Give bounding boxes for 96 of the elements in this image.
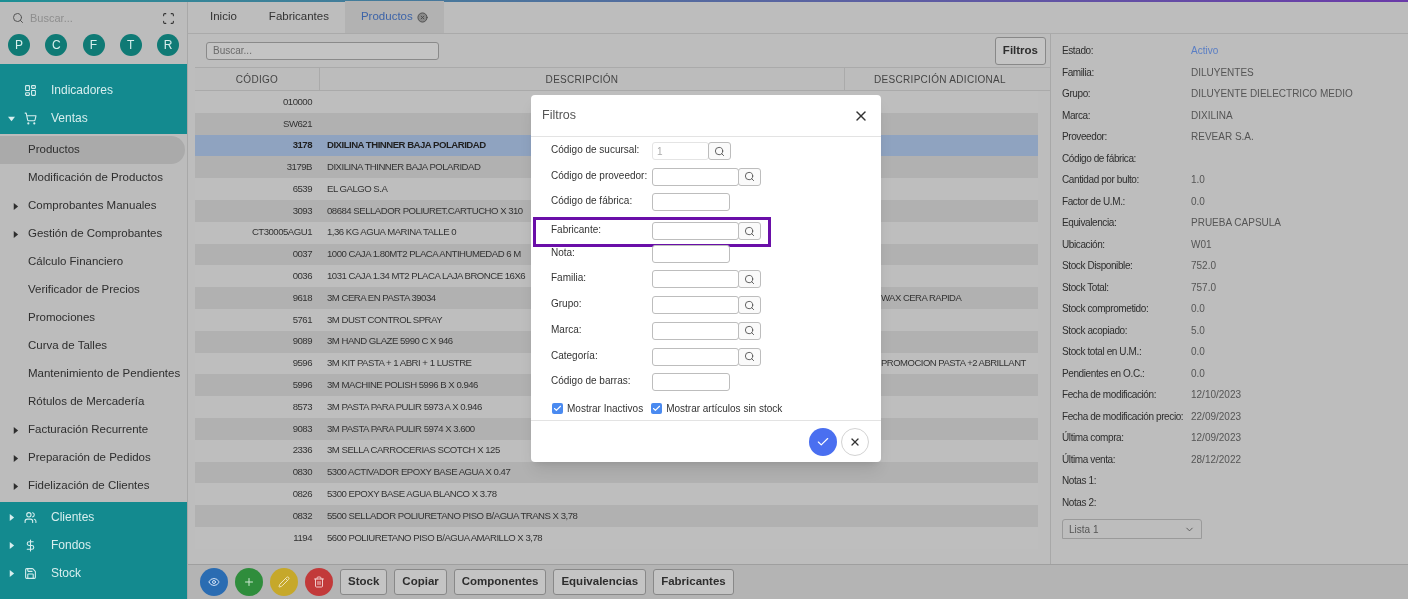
field-label: Marca:: [551, 322, 583, 337]
table-cell: 0826: [292, 488, 312, 500]
table-cell: 9083: [292, 422, 312, 434]
table-cell: 9089: [292, 335, 312, 347]
table-cell: WAX CERA RAPIDA: [881, 291, 962, 303]
detail-label: Fecha de modificación precio:: [1062, 409, 1185, 424]
field-label: Código de proveedor:: [551, 168, 649, 183]
detail-value: DILUYENTE DIELECTRICO MEDIO: [1191, 87, 1353, 102]
detail-label: Stock Disponible:: [1062, 259, 1134, 274]
field-label: Fabricante:: [551, 223, 603, 238]
detail-value: 22/09/2023: [1191, 409, 1242, 424]
table-cell: SW621: [283, 117, 312, 129]
table-cell: 8573: [292, 400, 312, 412]
field-label: Código de sucursal:: [551, 143, 641, 157]
table-cell: 3179B: [286, 161, 312, 173]
detail-value: Activo: [1191, 44, 1219, 59]
checkbox-label: Mostrar Inactivos: [567, 401, 644, 416]
detail-label: Pendientes en O.C.:: [1062, 366, 1146, 381]
table-cell: 3M HAND GLAZE 5990 C X 946: [327, 335, 453, 347]
table-cell: EL GALGO S.A: [327, 182, 388, 194]
detail-label: Código de fábrica:: [1062, 151, 1137, 166]
table-cell: 0830: [292, 466, 312, 478]
detail-value: 752.0: [1191, 259, 1217, 274]
detail-label: Stock comprometido:: [1062, 302, 1150, 317]
table-cell: 0037: [292, 248, 312, 260]
detail-label: Familia:: [1062, 65, 1095, 80]
table-cell: 3M MACHINE POLISH 5996 B X 0.946: [327, 379, 478, 391]
detail-value: 0.0: [1191, 302, 1205, 317]
detail-label: Notas 2:: [1062, 495, 1098, 510]
detail-value: PRUEBA CAPSULA: [1191, 216, 1282, 231]
detail-label: Equivalencia:: [1062, 216, 1118, 231]
detail-label: Factor de U.M.:: [1062, 194, 1126, 209]
detail-label: Estado:: [1062, 44, 1095, 59]
table-cell: 1000 CAJA 1.80MT2 PLACA ANTIHUMEDAD 6 M: [327, 248, 521, 260]
detail-label: Proveedor:: [1062, 130, 1108, 145]
table-cell: 3093: [292, 204, 312, 216]
detail-value: 5.0: [1191, 323, 1205, 338]
table-cell: DIXILINA THINNER BAJA POLARIDAD: [327, 139, 486, 151]
table-cell: 0036: [292, 270, 312, 282]
detail-value: DILUYENTES: [1191, 65, 1254, 80]
table-cell: 010000: [283, 95, 312, 107]
table-cell: 2336: [292, 444, 312, 456]
table-cell: 3M PASTA PARA PULIR 5974 X 3.600: [327, 422, 475, 434]
table-cell: 6539: [292, 182, 312, 194]
table-cell: 3M KIT PASTA + 1 ABRI + 1 LUSTRE: [327, 357, 472, 369]
table-cell: 1194: [293, 531, 312, 543]
detail-label: Grupo:: [1062, 87, 1092, 102]
detail-value: 12/10/2023: [1191, 388, 1242, 403]
table-cell: 3M CERA EN PASTA 39034: [327, 291, 436, 303]
field-label: Grupo:: [551, 297, 583, 312]
field-label: Código de fábrica:: [551, 194, 634, 209]
detail-label: Fecha de modificación:: [1062, 388, 1158, 403]
detail-label: Notas 1:: [1062, 474, 1098, 489]
table-cell: 5500 SELLADOR POLIURETANO PISO B/AGUA TRANS X 3,78: [327, 509, 578, 521]
table-cell: 3178: [292, 139, 312, 151]
detail-value: W01: [1191, 237, 1212, 252]
detail-value: DIXILINA: [1191, 108, 1233, 123]
table-cell: 5996: [292, 379, 312, 391]
table-cell: 3M PASTA PARA PULIR 5973 A X 0.946: [327, 400, 482, 412]
table-cell: 5300 ACTIVADOR EPOXY BASE AGUA X 0.47: [327, 466, 511, 478]
detail-value: 1.0: [1191, 173, 1205, 188]
detail-label: Marca:: [1062, 108, 1092, 123]
dialog-title: Filtros: [542, 107, 577, 125]
detail-value: REVEAR S.A.: [1191, 130, 1254, 145]
table-cell: 3M DUST CONTROL SPRAY: [327, 313, 443, 325]
field-label: Familia:: [551, 271, 587, 286]
detail-value: 12/09/2023: [1191, 431, 1242, 446]
field-label: Código de barras:: [551, 374, 632, 389]
detail-value: 0.0: [1191, 366, 1205, 381]
field-label: Nota:: [551, 245, 576, 260]
detail-label: Cantidad por bulto:: [1062, 173, 1140, 188]
table-cell: 08684 SELLADOR POLIURET.CARTUCHO X 310: [327, 204, 523, 216]
detail-value: 28/12/2022: [1191, 452, 1242, 467]
detail-label: Ubicación:: [1062, 237, 1106, 252]
field-label: Categoría:: [551, 348, 599, 363]
detail-label: Stock Total:: [1062, 280, 1110, 295]
table-cell: 0832: [292, 509, 312, 521]
table-cell: 1031 CAJA 1.34 MT2 PLACA LAJA BRONCE 16X6: [327, 270, 526, 282]
table-cell: 9596: [292, 357, 312, 369]
detail-label: Stock total en U.M.:: [1062, 345, 1143, 360]
table-cell: 3M SELLA CARROCERIAS SCOTCH X 125: [327, 444, 500, 456]
table-cell: 5600 POLIURETANO PISO B/AGUA AMARILLO X 3,78: [327, 531, 543, 543]
table-cell: CT30005AGU1: [251, 226, 312, 238]
detail-label: Última compra:: [1062, 430, 1125, 446]
checkbox-label: Mostrar artículos sin stock: [666, 401, 783, 416]
table-cell: 5300 EPOXY BASE AGUA BLANCO X 3.78: [327, 488, 497, 500]
table-cell: PROMOCION PASTA +2 ABRILLANT: [881, 357, 1026, 369]
detail-value: 757.0: [1191, 280, 1217, 295]
detail-label: Stock acopiado:: [1062, 323, 1129, 338]
detail-label: Última venta:: [1062, 452, 1117, 467]
table-cell: 9618: [292, 291, 312, 303]
table-cell: DIXILINA THINNER BAJA POLARIDAD: [327, 161, 481, 173]
table-cell: 5761: [292, 313, 312, 325]
table-cell: 1,36 KG AGUA MARINA TALLE 0: [327, 226, 457, 238]
detail-value: 0.0: [1191, 345, 1205, 360]
detail-value: 0.0: [1191, 194, 1205, 209]
